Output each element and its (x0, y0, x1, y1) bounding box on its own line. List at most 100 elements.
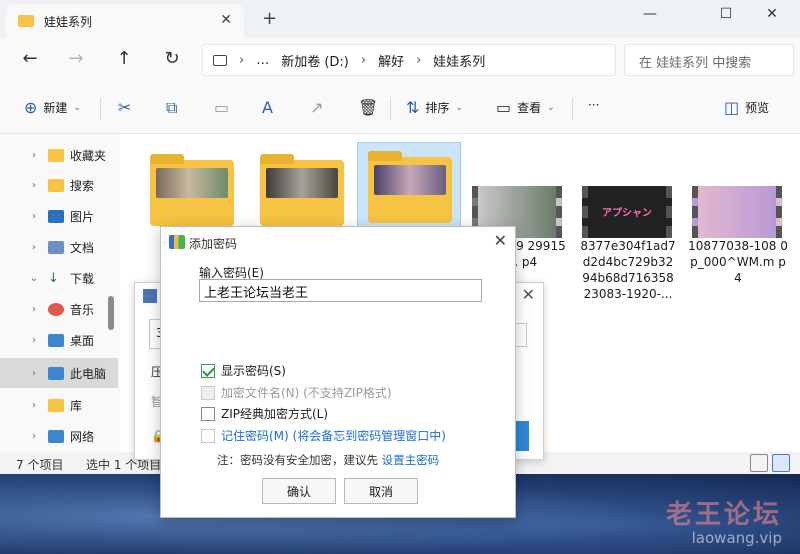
sidebar-item-library[interactable]: › 库 (0, 390, 118, 420)
folder-item[interactable] (250, 146, 354, 236)
cancel-button[interactable]: 取消 (344, 478, 418, 504)
folder-icon (150, 154, 234, 226)
preview-pane-button[interactable]: ◫ 预览 (724, 98, 769, 117)
sidebar-item-label: 网络 (70, 429, 95, 444)
sidebar-item-this-pc[interactable]: › 此电脑 (0, 358, 118, 388)
maximize-button[interactable]: ☐ (706, 2, 746, 30)
sidebar-item-pictures[interactable]: › 图片 (0, 201, 118, 231)
tiles-view-icon[interactable] (772, 454, 790, 472)
option-label: 加密文件名(N) (不支持ZIP格式) (221, 386, 392, 400)
item-count: 7 个项目 (16, 458, 64, 472)
sort-button[interactable]: ⇅ 排序 ⌄ (406, 98, 463, 117)
remember-password-checkbox[interactable]: 记住密码(M) (将会备忘到密码管理窗口中) (201, 427, 446, 444)
back-button[interactable]: ← (18, 48, 42, 72)
dialog-title-bar: 添加密码 ✕ (161, 227, 515, 255)
tab-title: 娃娃系列 (44, 14, 93, 29)
new-button[interactable]: ⊕ 新建 ⌄ (24, 98, 81, 117)
folder-icon (48, 178, 64, 192)
sidebar-item-label: 音乐 (70, 302, 95, 317)
breadcrumb-separator: › (360, 52, 367, 68)
refresh-button[interactable]: ↻ (160, 48, 184, 72)
show-password-checkbox[interactable]: 显示密码(S) (201, 362, 286, 379)
encrypt-filenames-checkbox: 加密文件名(N) (不支持ZIP格式) (201, 384, 392, 401)
chevron-down-icon: ⌄ (73, 102, 81, 113)
tab-current-folder[interactable]: 娃娃系列 ✕ (6, 4, 244, 38)
watermark-title: 老王论坛 (665, 500, 782, 530)
zip-classic-encryption-checkbox[interactable]: ZIP经典加密方式(L) (201, 405, 328, 422)
music-icon (48, 302, 64, 316)
sidebar-item-documents[interactable]: › 文档 (0, 232, 118, 262)
archive-icon (143, 289, 157, 303)
breadcrumb-current[interactable]: 娃娃系列 (433, 51, 485, 70)
search-input[interactable]: 在 娃娃系列 中搜索 (624, 44, 794, 76)
checkbox-checked-icon (201, 363, 215, 378)
navigation-pane: › 收藏夹 › 搜索 › 图片 › 文档 ⌄ ↓ 下载 › 音乐 › 桌面 › … (0, 134, 120, 452)
address-bar[interactable]: › … 新加卷 (D:) › 解好 › 娃娃系列 (202, 44, 616, 76)
tab-close-icon[interactable]: ✕ (220, 12, 232, 28)
folder-item[interactable] (140, 146, 244, 236)
option-label: 记住密码(M) (将会备忘到密码管理窗口中) (221, 429, 446, 443)
cut-button[interactable]: ✂ (118, 98, 131, 117)
folder-thumbnail (266, 168, 338, 198)
forward-button[interactable]: → (64, 48, 88, 72)
breadcrumb-more[interactable]: … (256, 53, 269, 68)
library-icon (48, 398, 64, 412)
divider (390, 98, 391, 120)
computer-icon (213, 54, 227, 66)
watermark: 老王论坛 laowang.vip (666, 494, 782, 547)
minimize-button[interactable]: — (630, 2, 670, 30)
divider (572, 98, 573, 120)
option-label: 显示密码(S) (221, 364, 286, 378)
title-bar: 娃娃系列 ✕ + — ☐ ✕ (0, 0, 800, 38)
new-tab-button[interactable]: + (262, 8, 277, 29)
ok-button[interactable]: 确认 (262, 478, 336, 504)
video-thumbnail[interactable] (692, 186, 782, 238)
set-master-password-link[interactable]: 设置主密码 (382, 453, 440, 467)
up-button[interactable]: ↑ (112, 48, 136, 72)
sidebar-item-label: 搜索 (70, 178, 95, 193)
password-input[interactable]: 上老王论坛当老王 (199, 279, 482, 302)
sidebar-item-label: 下载 (70, 271, 95, 286)
close-window-button[interactable]: ✕ (752, 2, 792, 30)
folder-icon (48, 148, 64, 162)
sidebar-item-network[interactable]: › 网络 (0, 421, 118, 451)
close-icon[interactable]: ✕ (522, 285, 535, 304)
plus-circle-icon: ⊕ (24, 98, 38, 117)
documents-icon (48, 240, 64, 254)
view-icon: ▭ (496, 98, 512, 117)
rename-icon: A (262, 98, 273, 117)
view-label: 查看 (517, 101, 542, 115)
sidebar-item-search[interactable]: › 搜索 (0, 170, 118, 200)
watermark-url: laowang.vip (691, 529, 782, 547)
more-options-button[interactable]: ··· (588, 98, 599, 112)
details-view-icon[interactable] (750, 454, 768, 472)
copy-button[interactable]: ⧉ (166, 98, 177, 118)
delete-button[interactable]: 🗑 (358, 98, 378, 117)
note-text: 注：密码没有安全加密，建议先 (217, 453, 378, 467)
pc-icon (48, 366, 64, 380)
chevron-down-icon: ⌄ (455, 102, 463, 113)
video-filename: 8377e304f1ad7 d2d4bc729b32 94b68d716358 … (580, 239, 676, 301)
rename-button[interactable]: A (262, 98, 273, 117)
folder-item-selected[interactable] (357, 142, 461, 232)
share-button[interactable]: ↗ (310, 98, 323, 117)
close-icon[interactable]: ✕ (494, 231, 507, 250)
view-button[interactable]: ▭ 查看 ⌄ (496, 98, 555, 117)
video-thumbnail[interactable]: アプシャン (582, 186, 672, 238)
chevron-right-icon: › (32, 303, 36, 315)
sidebar-scrollbar[interactable] (108, 296, 114, 330)
breadcrumb-drive[interactable]: 新加卷 (D:) (281, 51, 349, 70)
sidebar-item-music[interactable]: › 音乐 (0, 294, 118, 324)
sidebar-item-downloads[interactable]: ⌄ ↓ 下载 (0, 263, 118, 293)
sidebar-item-favorites[interactable]: › 收藏夹 (0, 140, 118, 170)
sidebar-item-label: 库 (70, 398, 83, 413)
start-compress-button[interactable] (515, 421, 529, 451)
paste-button[interactable]: ▭ (214, 98, 229, 117)
chevron-right-icon: › (32, 149, 36, 161)
breadcrumb-folder[interactable]: 解好 (378, 51, 404, 70)
sort-label: 排序 (425, 101, 450, 115)
browse-button[interactable] (515, 323, 527, 347)
chevron-right-icon: › (32, 430, 36, 442)
sidebar-item-desktop[interactable]: › 桌面 (0, 325, 118, 355)
downloads-icon: ↓ (48, 270, 59, 286)
